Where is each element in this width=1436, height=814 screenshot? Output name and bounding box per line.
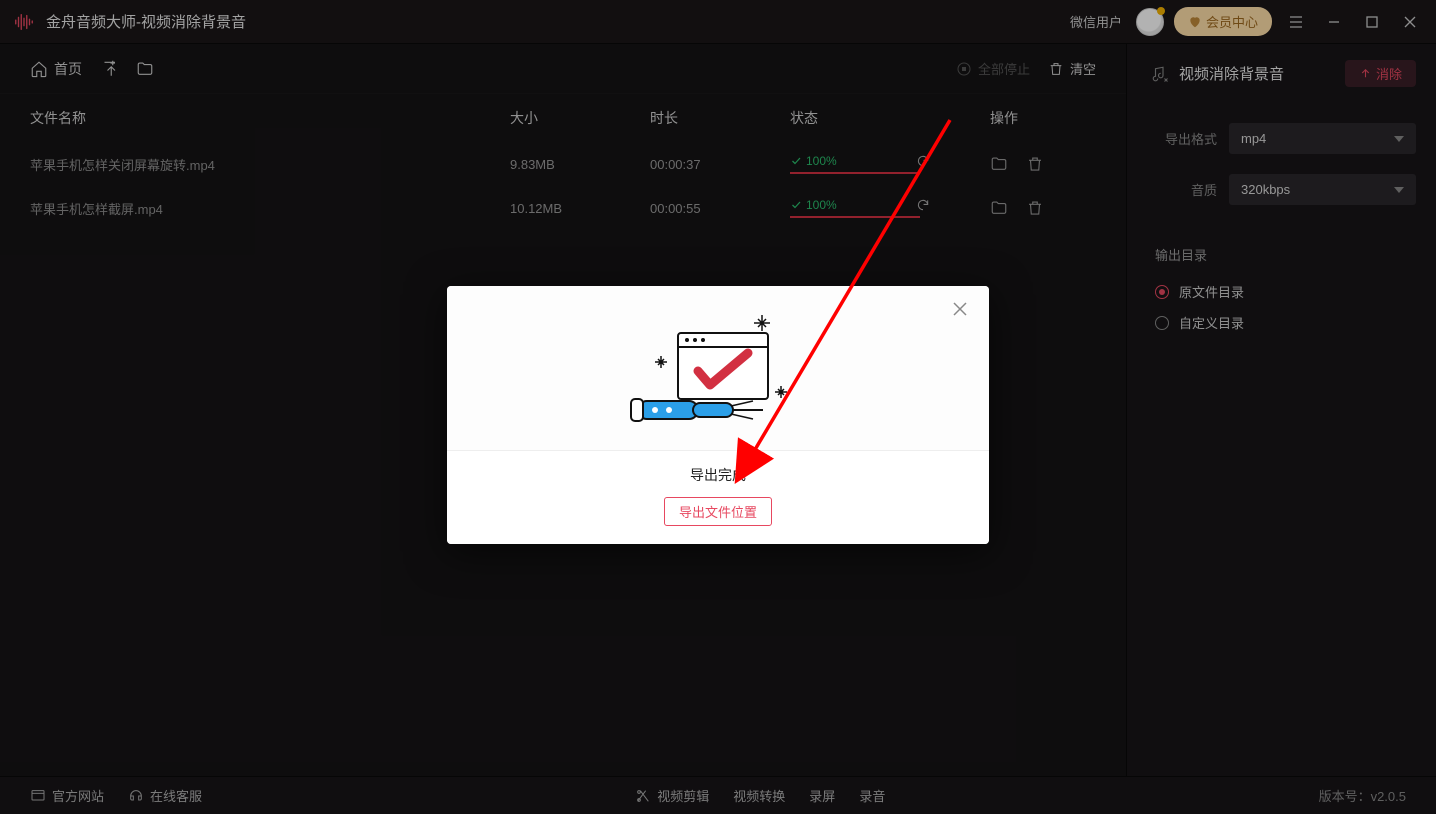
open-export-location-button[interactable]: 导出文件位置 [664, 497, 772, 526]
export-complete-modal: 导出完成 导出文件位置 [447, 286, 989, 544]
modal-message: 导出完成 [447, 465, 989, 485]
modal-illustration [447, 286, 989, 450]
modal-overlay: 导出完成 导出文件位置 [0, 0, 1436, 814]
modal-close-button[interactable] [951, 300, 971, 320]
